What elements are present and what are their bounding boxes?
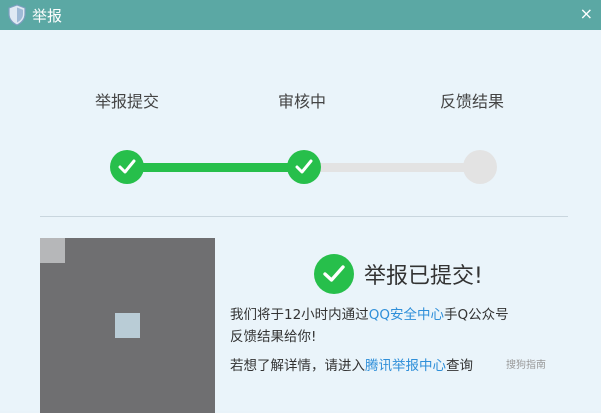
close-button[interactable]: × [580, 4, 593, 24]
window-title: 举报 [32, 6, 63, 25]
success-header: 举报已提交! [314, 254, 483, 294]
shield-icon [8, 4, 26, 26]
qr-pixel [190, 338, 215, 363]
tencent-report-center-link[interactable]: 腾讯举报中心 [365, 358, 446, 374]
step-label-review: 审核中 [278, 92, 327, 111]
qr-pixel [40, 313, 65, 338]
qr-pixel [115, 288, 140, 313]
qr-pixel [190, 313, 215, 338]
message-text: 手Q公众号 [443, 307, 509, 323]
qr-pixel [165, 388, 190, 413]
qr-pixel [65, 388, 90, 413]
qr-pixel [165, 313, 190, 338]
qr-pixel [65, 363, 90, 388]
message-text: 查询 [446, 358, 473, 374]
qr-pixel [115, 313, 140, 338]
qr-pixel [90, 263, 115, 288]
progress-fill [126, 163, 304, 172]
qr-pixel [190, 288, 215, 313]
qr-pixel [90, 313, 115, 338]
qr-pixel [65, 313, 90, 338]
qr-pixel [140, 288, 165, 313]
qr-pixel [140, 313, 165, 338]
step-dot-submit [110, 150, 144, 184]
success-check-icon [314, 254, 354, 294]
step-label-feedback: 反馈结果 [440, 92, 505, 111]
qr-pixel [90, 338, 115, 363]
qr-pixel [65, 263, 90, 288]
message-line-2: 反馈结果给你! [230, 329, 317, 345]
qr-pixel [190, 238, 215, 263]
qr-pixel [140, 263, 165, 288]
qr-pixel [90, 288, 115, 313]
qr-pixel [165, 288, 190, 313]
qr-code-image [40, 238, 215, 413]
qr-pixel [90, 238, 115, 263]
qr-pixel [40, 338, 65, 363]
qr-pixel [115, 238, 140, 263]
qr-pixel [65, 238, 90, 263]
qr-pixel [40, 288, 65, 313]
message-line-3: 若想了解详情，请进入腾讯举报中心查询 [230, 356, 473, 376]
qr-pixel [115, 263, 140, 288]
success-title: 举报已提交! [364, 264, 483, 289]
qr-pixel [190, 388, 215, 413]
check-icon [118, 159, 136, 174]
qr-pixel [190, 263, 215, 288]
qr-pixel [40, 363, 65, 388]
divider [40, 216, 568, 217]
step-dot-review [287, 150, 321, 184]
watermark: 搜狗指南 [506, 360, 546, 371]
qr-pixel [115, 338, 140, 363]
qr-pixel [115, 388, 140, 413]
qr-pixel [40, 263, 65, 288]
message-line-1: 我们将于12小时内通过QQ安全中心手Q公众号 [230, 305, 509, 325]
qr-pixel [140, 338, 165, 363]
message-text: 我们将于12小时内通过 [230, 307, 369, 323]
qr-pixel [40, 238, 65, 263]
step-label-submit: 举报提交 [95, 92, 160, 111]
report-dialog-body: 举报提交 审核中 反馈结果 举报已提交! 我们将于12小时内通过QQ安全中心手Q… [0, 30, 601, 413]
qr-pixel [90, 388, 115, 413]
qr-pixel [190, 363, 215, 388]
message-text: 若想了解详情，请进入 [230, 358, 365, 374]
qr-pixel [40, 388, 65, 413]
qr-pixel [165, 338, 190, 363]
qr-pixel [115, 363, 140, 388]
qr-pixel [165, 263, 190, 288]
qr-pixel [140, 363, 165, 388]
check-icon [295, 159, 313, 174]
qr-pixel [65, 338, 90, 363]
qr-pixel [65, 288, 90, 313]
title-bar: 举报 × [0, 0, 601, 30]
qr-pixel [165, 238, 190, 263]
qq-security-center-link[interactable]: QQ安全中心 [369, 307, 444, 323]
qr-pixel [90, 363, 115, 388]
step-dot-feedback [463, 150, 497, 184]
qr-pixel [140, 388, 165, 413]
qr-pixel [140, 238, 165, 263]
qr-pixel [165, 363, 190, 388]
